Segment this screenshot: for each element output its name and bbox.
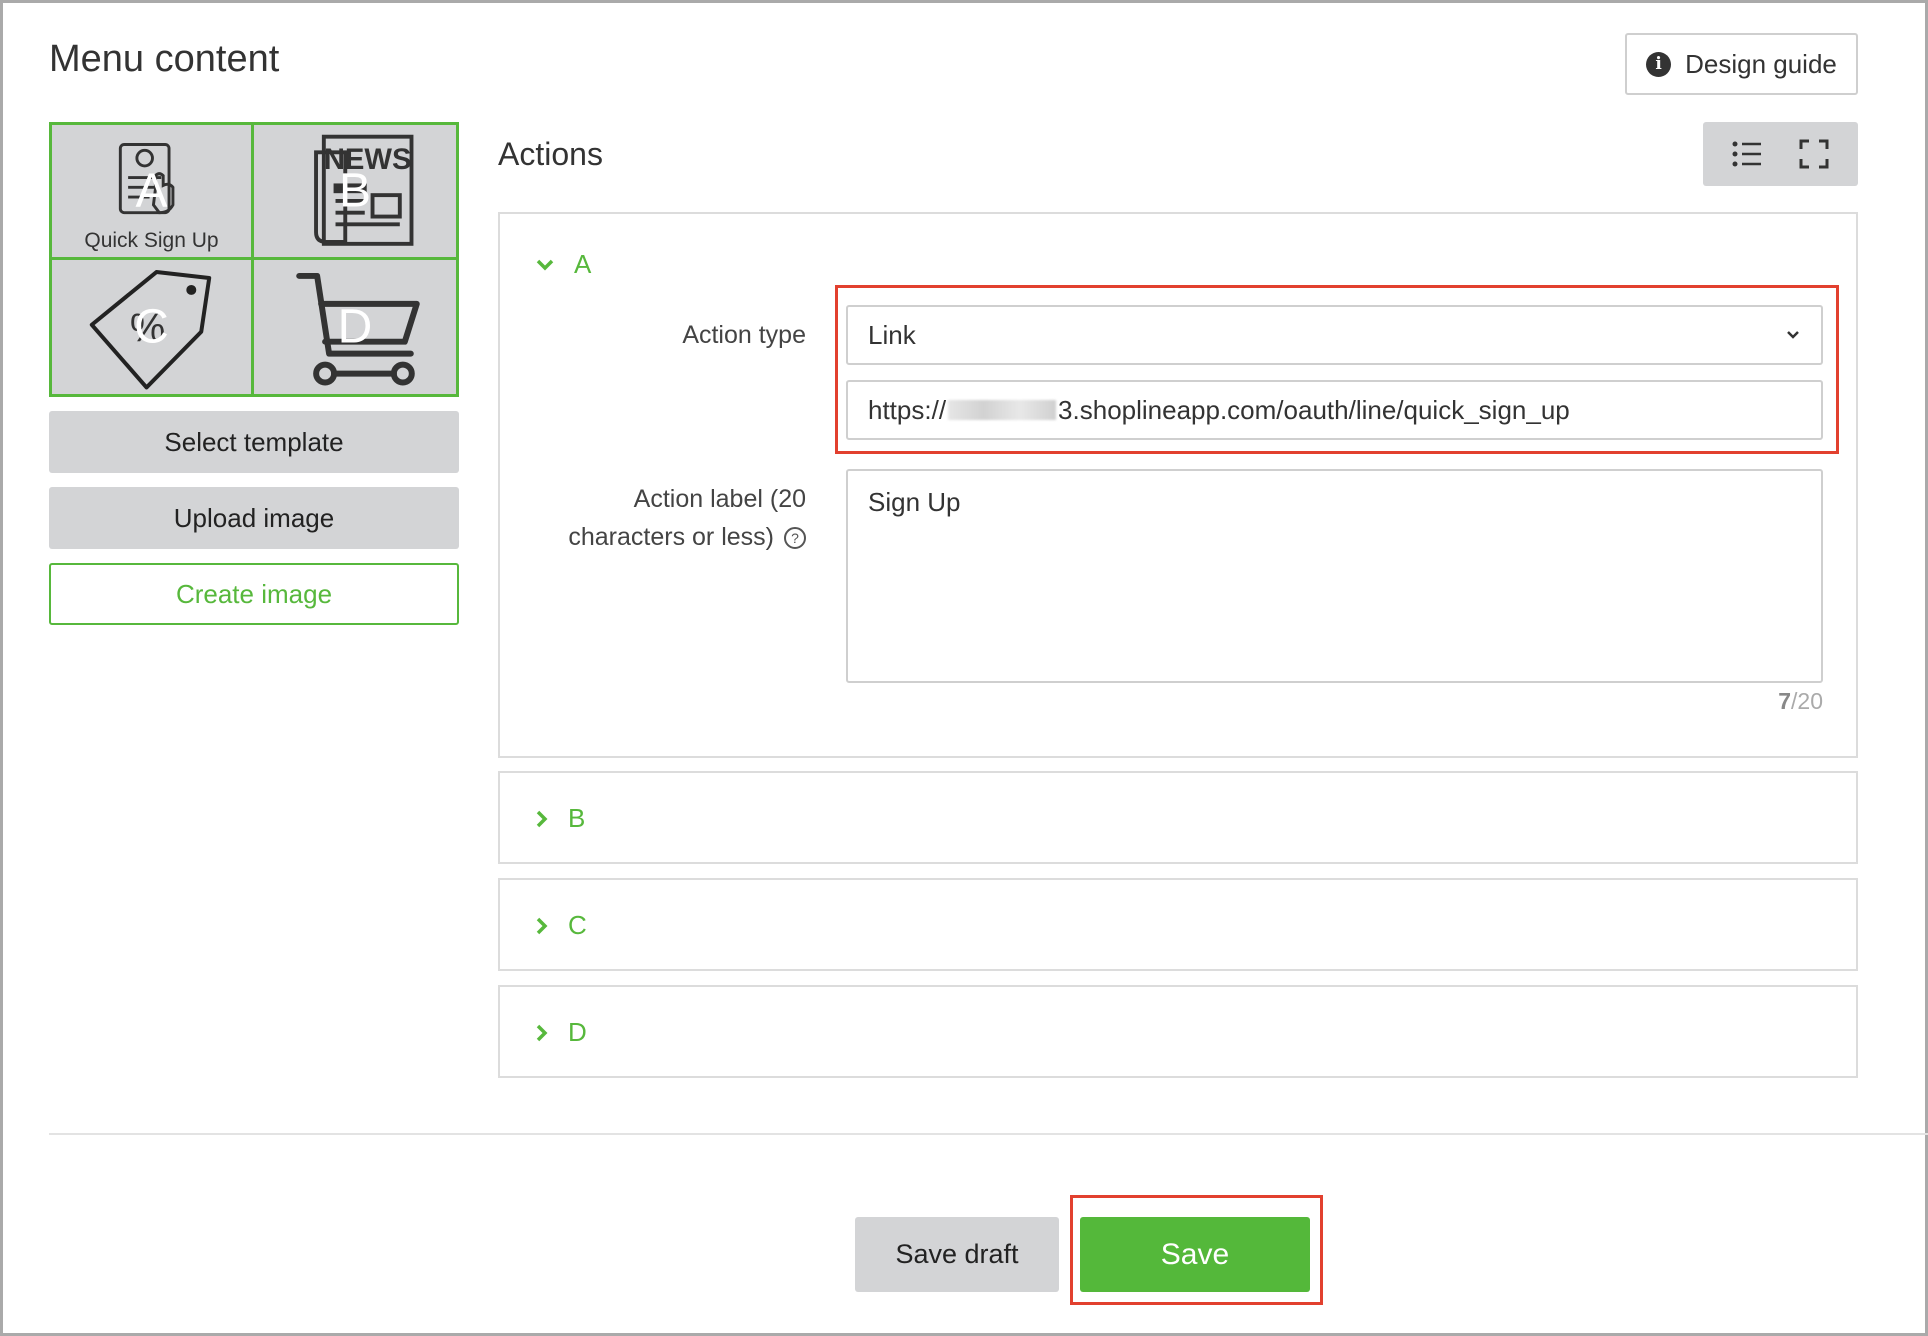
menu-cell-caption: Quick Sign Up xyxy=(84,228,219,252)
fullscreen-icon[interactable] xyxy=(1799,139,1829,169)
menu-cell-b[interactable]: NEWS B xyxy=(254,125,456,260)
menu-cell-letter: D xyxy=(337,300,373,354)
list-view-icon[interactable] xyxy=(1732,140,1762,168)
menu-cell-a[interactable]: A Quick Sign Up xyxy=(52,125,254,260)
view-toggle xyxy=(1703,122,1858,186)
action-type-label: Action type xyxy=(682,321,806,349)
menu-cell-letter: C xyxy=(134,300,169,354)
action-label-label-line1: Action label (20 xyxy=(633,485,806,513)
panel-header-a[interactable]: A xyxy=(536,249,591,280)
action-panel-c[interactable]: C xyxy=(498,878,1858,971)
panel-header-d[interactable]: D xyxy=(536,1017,587,1048)
help-icon[interactable]: ? xyxy=(784,527,806,550)
design-guide-button[interactable]: i Design guide xyxy=(1625,33,1858,95)
chevron-right-icon xyxy=(536,1024,548,1041)
highlight-box-save xyxy=(1070,1195,1323,1305)
menu-cell-letter: A xyxy=(135,164,168,218)
save-draft-button[interactable]: Save draft xyxy=(855,1217,1059,1292)
page-title: Menu content xyxy=(49,38,280,80)
info-icon: i xyxy=(1646,51,1672,77)
select-template-button[interactable]: Select template xyxy=(49,411,459,473)
counter-current: 7 xyxy=(1778,688,1792,714)
panel-title: B xyxy=(568,803,586,833)
panel-header-b[interactable]: B xyxy=(536,803,585,834)
action-label-label-line2: characters or less) xyxy=(568,523,774,551)
panel-title: C xyxy=(568,910,587,940)
panel-title: D xyxy=(568,1017,587,1047)
character-counter: 7/20 xyxy=(1723,688,1823,715)
upload-image-button[interactable]: Upload image xyxy=(49,487,459,549)
menu-cell-letter: B xyxy=(338,164,371,218)
actions-title: Actions xyxy=(498,136,603,172)
action-panel-b[interactable]: B xyxy=(498,771,1858,864)
action-panel-d[interactable]: D xyxy=(498,985,1858,1078)
chevron-down-icon xyxy=(536,259,554,270)
menu-preview-grid: A Quick Sign Up NEWS B % C D xyxy=(49,122,459,397)
menu-cell-c[interactable]: % C xyxy=(52,259,254,394)
create-image-button[interactable]: Create image xyxy=(49,563,459,625)
action-label-label: Action label (20 characters or less)? xyxy=(520,480,806,556)
action-label-textarea[interactable]: Sign Up xyxy=(846,469,1823,683)
chevron-right-icon xyxy=(536,917,548,934)
chevron-right-icon xyxy=(536,810,548,827)
menu-cell-d[interactable]: D xyxy=(254,260,456,395)
panel-title: A xyxy=(574,249,592,279)
highlight-box-action xyxy=(835,285,1839,454)
counter-max: /20 xyxy=(1791,688,1823,714)
design-guide-label: Design guide xyxy=(1685,48,1837,79)
footer-divider xyxy=(49,1133,1928,1135)
panel-header-c[interactable]: C xyxy=(536,910,587,941)
